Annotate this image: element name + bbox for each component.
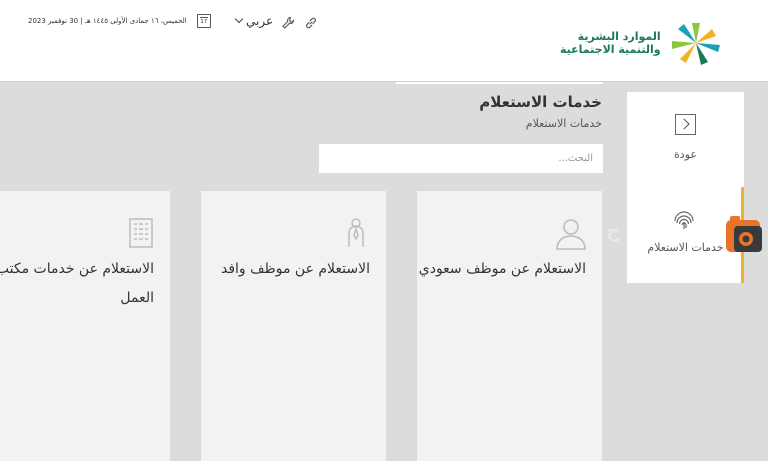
card-title: الاستعلام عن خدمات مكتب العمل xyxy=(0,261,154,306)
language-label: عربي xyxy=(246,14,274,28)
watermark-letter: ج xyxy=(606,220,620,242)
side-menu: عودة خدمات الاستعلام xyxy=(627,92,744,283)
logo-text: الموارد البشرية والتنمية الاجتماعية xyxy=(560,30,661,56)
service-card-expat-employee[interactable]: الاستعلام عن موظف وافد xyxy=(201,191,386,455)
person-icon xyxy=(556,219,586,250)
card-title: الاستعلام عن موظف سعودي xyxy=(418,261,586,277)
service-card[interactable] xyxy=(417,447,602,461)
card-title: الاستعلام عن موظف وافد xyxy=(220,261,370,277)
fingerprint-icon xyxy=(674,211,694,229)
header-tab-indicator xyxy=(396,82,603,84)
date-display: الخميس، ١٦ جمادى الأولى ١٤٤٥ هـ | 30 نوف… xyxy=(28,14,211,28)
chevron-down-icon xyxy=(234,14,244,24)
service-card[interactable] xyxy=(201,447,386,461)
calendar-icon: 17 xyxy=(196,14,211,28)
back-button[interactable]: عودة xyxy=(627,92,744,187)
service-card-saudi-employee[interactable]: الاستعلام عن موظف سعودي xyxy=(417,191,602,455)
person-tie-icon xyxy=(348,218,364,247)
chevron-right-icon xyxy=(675,114,696,135)
service-card-labor-office[interactable]: الاستعلام عن خدمات مكتب العمل xyxy=(0,191,170,455)
wrench-icon[interactable] xyxy=(281,16,295,30)
calendar-day: 17 xyxy=(200,19,208,25)
page: الخميس، ١٦ جمادى الأولى ١٤٤٥ هـ | 30 نوف… xyxy=(0,0,768,461)
logo-line-2: والتنمية الاجتماعية xyxy=(560,43,661,56)
logo-star-icon xyxy=(671,23,720,65)
back-label: عودة xyxy=(674,148,697,161)
language-switcher[interactable]: عربي xyxy=(234,14,274,28)
search-input[interactable] xyxy=(319,144,603,173)
building-icon xyxy=(129,218,153,248)
date-text: الخميس، ١٦ جمادى الأولى ١٤٤٥ هـ | 30 نوف… xyxy=(28,17,187,25)
page-title: خدمات الاستعلام xyxy=(479,93,602,111)
link-icon[interactable] xyxy=(304,16,318,30)
breadcrumb: خدمات الاستعلام xyxy=(525,117,602,130)
camera-badge-icon xyxy=(726,216,762,252)
top-header: الخميس، ١٦ جمادى الأولى ١٤٤٥ هـ | 30 نوف… xyxy=(0,0,768,82)
logo-line-1: الموارد البشرية xyxy=(577,30,661,43)
ministry-logo[interactable]: الموارد البشرية والتنمية الاجتماعية xyxy=(560,20,727,66)
service-card[interactable] xyxy=(0,447,170,461)
